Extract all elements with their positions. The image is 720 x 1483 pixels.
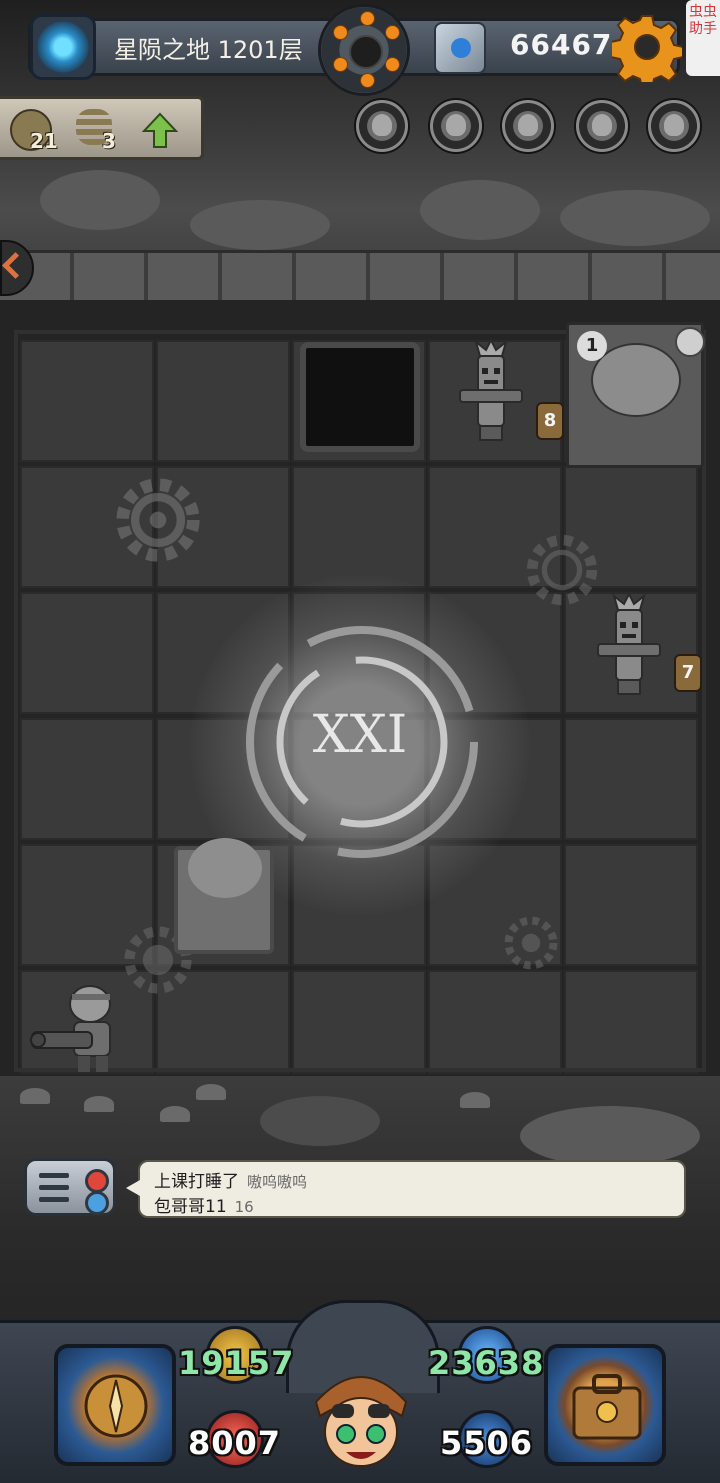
scene-bush bbox=[420, 180, 540, 240]
totem-monster-icon[interactable] bbox=[596, 592, 662, 702]
floor-numeral: XXI bbox=[312, 705, 408, 765]
item-slot-3[interactable] bbox=[500, 98, 556, 154]
scene-bush bbox=[560, 190, 710, 246]
item-slot-5[interactable] bbox=[646, 98, 702, 154]
portal-icon[interactable] bbox=[30, 14, 96, 80]
helper-tag[interactable]: 虫虫助手 bbox=[686, 0, 720, 76]
gear-icon[interactable] bbox=[612, 12, 682, 82]
chat-icon[interactable] bbox=[24, 1158, 116, 1216]
tree-block-obstacle[interactable] bbox=[174, 838, 274, 954]
chat-message-meta: 16 bbox=[234, 1198, 254, 1216]
chat-indicator-blue bbox=[85, 1191, 109, 1215]
chat-bubble[interactable]: 上课打睡了 嗷呜嗷呜 包哥哥11 16 bbox=[126, 1160, 686, 1218]
bag-icon bbox=[572, 1374, 642, 1440]
scene-bush bbox=[260, 1096, 380, 1146]
equipment-button[interactable] bbox=[54, 1344, 176, 1466]
resource-panel: 21 3 bbox=[0, 96, 204, 160]
bomb-charge bbox=[385, 57, 400, 72]
scene-mushroom bbox=[196, 1084, 226, 1100]
hero-portrait[interactable] bbox=[306, 1342, 416, 1480]
floor-pit-stairs[interactable] bbox=[300, 342, 420, 452]
attack-value: 19157 bbox=[178, 1344, 295, 1382]
scene-mushroom bbox=[160, 1106, 190, 1122]
totem-monster-icon[interactable] bbox=[458, 338, 524, 448]
boss-level-badge: 1 bbox=[577, 331, 607, 361]
scene-mushroom bbox=[460, 1092, 490, 1108]
spring-count: 3 bbox=[102, 129, 116, 153]
level-title: 星陨之地 1201层 bbox=[114, 36, 303, 64]
chat-message-1: 上课打睡了 嗷呜嗷呜 bbox=[154, 1167, 307, 1192]
hp-value: 8007 bbox=[188, 1424, 282, 1462]
stone-wall bbox=[0, 250, 720, 300]
chat-icon-line bbox=[39, 1197, 69, 1202]
scene-mushroom bbox=[84, 1096, 114, 1112]
chat-message-meta: 嗷呜嗷呜 bbox=[247, 1173, 308, 1191]
bomb-charge bbox=[385, 25, 400, 40]
chat-icon-line bbox=[39, 1173, 69, 1178]
chat-message-text: 包哥哥11 bbox=[154, 1197, 227, 1217]
up-arrow-icon[interactable] bbox=[140, 111, 180, 151]
chat-message-2: 包哥哥11 16 bbox=[154, 1192, 254, 1217]
hero-sprite[interactable] bbox=[28, 978, 138, 1074]
scene-bush bbox=[40, 170, 160, 230]
bag-button[interactable] bbox=[544, 1344, 666, 1466]
bomb-charge bbox=[360, 11, 375, 26]
bomb-icon bbox=[349, 35, 383, 69]
scene-bush bbox=[190, 200, 330, 250]
boss-card[interactable]: 1 bbox=[566, 322, 705, 468]
sword-icon bbox=[675, 327, 705, 357]
totem-counter: 8 bbox=[536, 402, 564, 440]
item-slot-2[interactable] bbox=[428, 98, 484, 154]
currency-value: 66467 bbox=[510, 28, 613, 61]
compass-shield-icon bbox=[84, 1374, 148, 1438]
bomb-charge bbox=[333, 57, 348, 72]
gold-value: 5506 bbox=[440, 1424, 534, 1462]
defense-value: 23638 bbox=[428, 1344, 545, 1382]
key-count: 21 bbox=[30, 129, 58, 153]
totem-counter: 7 bbox=[674, 654, 702, 692]
chat-message-text: 上课打睡了 bbox=[154, 1172, 239, 1192]
item-slot-1[interactable] bbox=[354, 98, 410, 154]
bomb-charge bbox=[333, 25, 348, 40]
bomb-wheel-icon[interactable] bbox=[318, 4, 410, 96]
currency-icon bbox=[434, 22, 486, 74]
bomb-charge bbox=[360, 73, 375, 88]
chat-indicator-red bbox=[85, 1169, 109, 1193]
chat-icon-line bbox=[39, 1185, 69, 1190]
scene-mushroom bbox=[20, 1088, 50, 1104]
scene-bush bbox=[520, 1106, 700, 1166]
item-slot-4[interactable] bbox=[574, 98, 630, 154]
